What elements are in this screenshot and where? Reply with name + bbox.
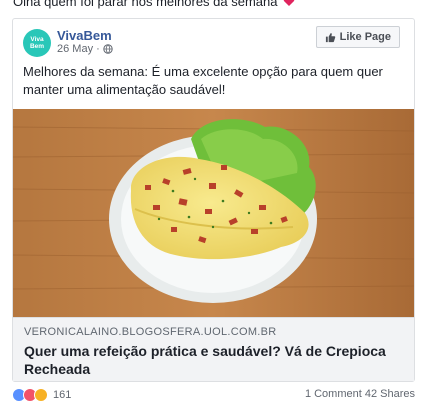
caption-text: Olha quem foi parar nos melhores da sema… [13, 0, 278, 9]
shared-post-card: Viva Bem VivaBem 26 May · Like Page Melh… [12, 18, 415, 382]
reaction-count: 161 [53, 389, 72, 401]
post-text: Melhores da semana: É uma excelente opçã… [23, 64, 383, 97]
avatar-text-line1: Viva [30, 36, 44, 43]
post-caption: Olha quem foi parar nos melhores da sema… [13, 0, 295, 9]
link-preview-info[interactable]: VERONICALAINO.BLOGOSFERA.UOL.COM.BR Quer… [13, 317, 414, 381]
heart-emoji-icon [283, 0, 295, 7]
like-page-label: Like Page [339, 31, 391, 43]
link-domain: VERONICALAINO.BLOGOSFERA.UOL.COM.BR [24, 326, 277, 338]
meta-separator: · [96, 43, 100, 55]
omelette-photo [13, 109, 414, 317]
post-meta: 26 May · [57, 43, 113, 55]
like-page-button[interactable]: Like Page [315, 26, 400, 48]
post-date[interactable]: 26 May [57, 43, 93, 55]
page-avatar[interactable]: Viva Bem [23, 29, 51, 57]
link-preview-image[interactable] [13, 109, 414, 317]
comments-shares-count[interactable]: 1 Comment 42 Shares [305, 388, 415, 400]
globe-icon [103, 44, 113, 54]
link-title[interactable]: Quer uma refeição prática e saudável? Vá… [24, 342, 403, 378]
avatar-text-line2: Bem [29, 43, 45, 50]
page-name-link[interactable]: VivaBem [57, 28, 112, 43]
thumbs-up-icon [325, 32, 335, 42]
